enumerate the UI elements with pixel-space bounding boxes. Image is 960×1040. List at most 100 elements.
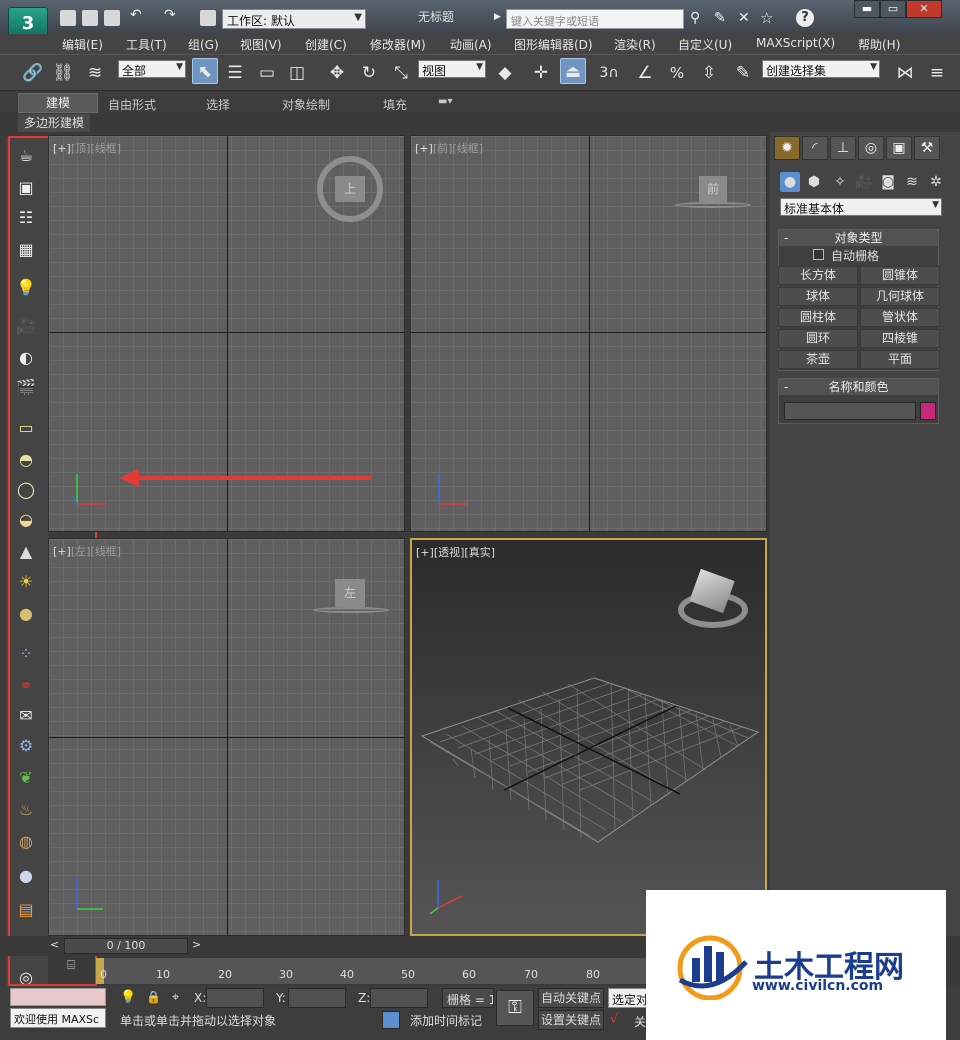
minimize-button[interactable]: ▬ (854, 0, 880, 18)
set-key-button[interactable]: 设置关键点 (538, 1010, 604, 1030)
collapse-icon[interactable]: - (784, 379, 788, 395)
mini-curve-editor-icon[interactable]: ⌸ (56, 958, 86, 980)
cone-button[interactable]: 圆锥体 (860, 266, 940, 285)
tool-icon[interactable]: ✎ (714, 10, 726, 26)
select-object-icon[interactable]: ⬉ (192, 58, 218, 84)
align-icon[interactable]: ≡ (924, 60, 950, 86)
hierarchy-tab-icon[interactable]: ⊥ (830, 136, 856, 160)
workspace-select[interactable]: 工作区: 默认 ▼ (222, 9, 366, 29)
bind-spacewarp-icon[interactable]: ≋ (82, 60, 108, 86)
box-button[interactable]: 长方体 (778, 266, 858, 285)
menu-maxscript[interactable]: MAXScript(X) (756, 36, 835, 50)
collapse-icon[interactable]: - (784, 230, 788, 246)
tab-object-paint[interactable]: 对象绘制 (282, 96, 330, 113)
teapot-button[interactable]: 茶壶 (778, 350, 858, 369)
sphere-button[interactable]: 球体 (778, 287, 858, 306)
viewport-plus[interactable]: [+] (53, 545, 71, 558)
viewport-plus[interactable]: [+] (416, 546, 434, 559)
menu-tools[interactable]: 工具(T) (126, 36, 167, 53)
maximize-button[interactable]: ▭ (880, 0, 906, 18)
rotate-icon[interactable]: ↻ (356, 60, 382, 86)
binoculars-icon[interactable]: ⚲ (690, 10, 700, 26)
viewport-view[interactable]: [前] (433, 142, 453, 155)
menu-edit[interactable]: 编辑(E) (62, 36, 103, 53)
rect-selection-icon[interactable]: ▭ (254, 60, 280, 86)
track-bar[interactable] (96, 958, 656, 984)
scale-icon[interactable]: ⤡ (388, 60, 414, 86)
viewport-view[interactable]: [顶] (71, 142, 91, 155)
window-crossing-icon[interactable]: ◫ (284, 60, 310, 86)
close-button[interactable]: ✕ (906, 0, 942, 18)
star-icon[interactable]: ☆ (760, 9, 773, 27)
autogrid-row[interactable]: 自动栅格 (779, 246, 938, 264)
time-tag-icon[interactable] (382, 1011, 400, 1029)
menu-modifiers[interactable]: 修改器(M) (370, 36, 426, 53)
menu-rendering[interactable]: 渲染(R) (614, 36, 656, 53)
move-icon[interactable]: ✥ (324, 60, 350, 86)
menu-view[interactable]: 视图(V) (240, 36, 282, 53)
subtab-polygon-modeling[interactable]: 多边形建模 (18, 114, 90, 132)
menu-create[interactable]: 创建(C) (305, 36, 347, 53)
rollout-header[interactable]: - 名称和颜色 (779, 379, 938, 395)
category-dropdown[interactable]: 标准基本体 ▼ (780, 198, 942, 216)
unlink-icon[interactable]: ⛓ (50, 60, 76, 86)
search-input[interactable]: 键入关键字或短语 (506, 9, 684, 29)
viewport-view[interactable]: [左] (71, 545, 91, 558)
cylinder-button[interactable]: 圆柱体 (778, 308, 858, 327)
selected-dropdown[interactable]: 选定对 (608, 988, 648, 1008)
ref-coord-dropdown[interactable]: 视图 ▼ (418, 60, 486, 78)
next-frame-icon[interactable]: > (192, 938, 206, 954)
systems-icon[interactable]: ✲ (926, 172, 946, 192)
viewport-view[interactable]: [透视] (434, 546, 465, 559)
tab-populate[interactable]: 填充 (383, 96, 407, 113)
maxscript-listener[interactable]: 欢迎使用 MAXSc (10, 1008, 106, 1028)
object-color-swatch[interactable] (920, 402, 936, 420)
frame-slider[interactable]: 0 / 100 (64, 938, 188, 954)
viewport-perspective[interactable]: [+][透视][真实] (410, 538, 767, 936)
auto-key-button[interactable]: 自动关键点 (538, 988, 604, 1008)
utilities-tab-icon[interactable]: ⚒ (914, 136, 940, 160)
viewport-label[interactable]: [+][顶][线框] (53, 140, 121, 156)
x-coord-field[interactable] (206, 988, 264, 1008)
add-time-tag[interactable]: 添加时间标记 (406, 1010, 510, 1030)
angle-snap-icon[interactable]: ∠ (632, 60, 658, 86)
snap-toggle-icon[interactable]: 3∩ (596, 60, 622, 86)
viewport-label[interactable]: [+][透视][真实] (416, 544, 495, 560)
helpers-icon[interactable]: ◙ (878, 172, 898, 192)
tube-button[interactable]: 管状体 (860, 308, 940, 327)
geosphere-button[interactable]: 几何球体 (860, 287, 940, 306)
select-by-name-icon[interactable]: ☰ (222, 60, 248, 86)
named-selection-dropdown[interactable]: 创建选择集 ▼ (762, 60, 880, 78)
menu-help[interactable]: 帮助(H) (858, 36, 900, 53)
viewport-shading[interactable]: [线框] (452, 142, 483, 155)
object-name-input[interactable] (784, 402, 916, 420)
undo-icon[interactable]: ↶ (130, 7, 146, 23)
viewport-shading[interactable]: [线框] (90, 545, 121, 558)
menu-customize[interactable]: 自定义(U) (678, 36, 732, 53)
viewport-front[interactable]: [+][前][线框] 前 (410, 135, 767, 532)
pivot-center-icon[interactable]: ◆ (492, 60, 518, 86)
menu-animation[interactable]: 动画(A) (450, 36, 492, 53)
y-coord-field[interactable] (288, 988, 346, 1008)
lights-icon[interactable]: ✧ (830, 172, 850, 192)
mirror-icon[interactable]: ⋈ (892, 60, 918, 86)
keyboard-shortcut-icon[interactable]: ⏏ (560, 58, 586, 84)
create-tab-icon[interactable]: ✹ (774, 136, 800, 160)
exchange-icon[interactable]: ✕ (738, 10, 750, 26)
rollout-header[interactable]: - 对象类型 (779, 230, 938, 246)
viewport-plus[interactable]: [+] (53, 142, 71, 155)
maxscript-listener-pink[interactable] (10, 988, 106, 1006)
autogrid-checkbox[interactable] (813, 249, 824, 260)
viewport-shading[interactable]: [真实] (464, 546, 495, 559)
viewport-plus[interactable]: [+] (415, 142, 433, 155)
manipulate-icon[interactable]: ✛ (528, 60, 554, 86)
lock-icon[interactable]: 🔒 (146, 990, 161, 1004)
selection-filter-dropdown[interactable]: 全部 ▼ (118, 60, 186, 78)
save-file-icon[interactable] (104, 10, 120, 26)
geometry-icon[interactable]: ● (780, 172, 800, 192)
tab-freeform[interactable]: 自由形式 (108, 96, 156, 113)
plane-button[interactable]: 平面 (860, 350, 940, 369)
viewport-top[interactable]: [+][顶][线框] 上 (48, 135, 405, 532)
edit-named-selection-icon[interactable]: ✎ (730, 60, 756, 86)
display-tab-icon[interactable]: ▣ (886, 136, 912, 160)
